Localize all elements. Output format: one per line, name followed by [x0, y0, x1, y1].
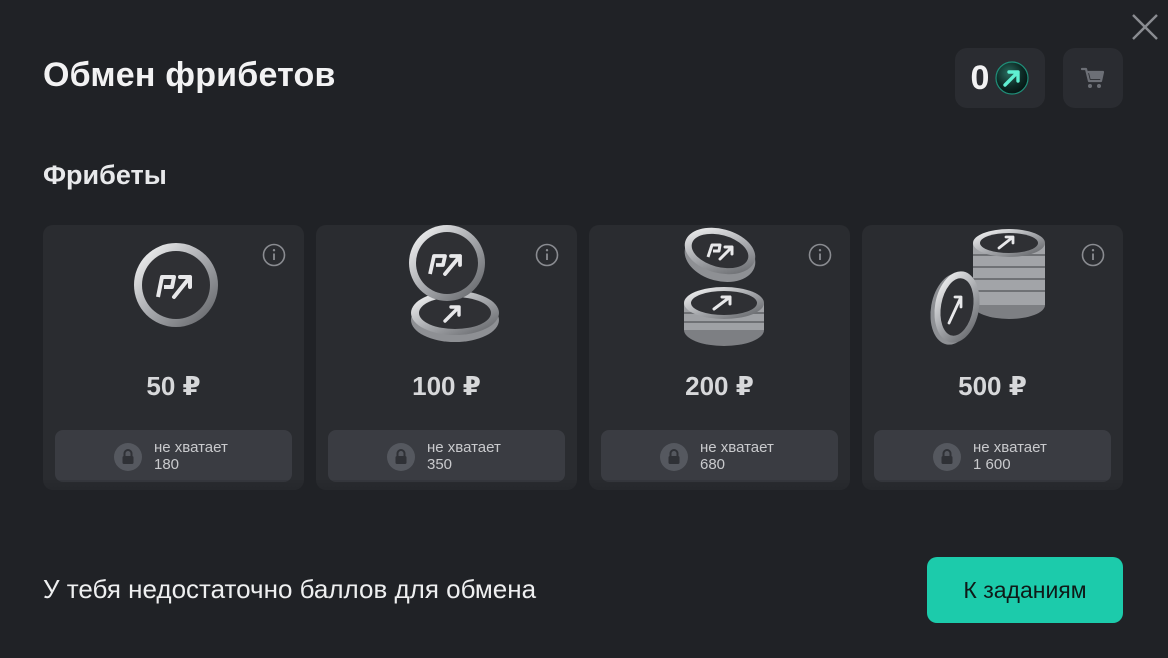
info-icon[interactable] [808, 243, 832, 267]
freebet-price: 100 ₽ [412, 371, 481, 401]
lock-status: не хватает 1 600 [874, 430, 1111, 482]
lock-icon [387, 443, 415, 471]
freebet-price: 500 ₽ [958, 371, 1027, 401]
freebet-price: 50 ₽ [146, 371, 201, 401]
cart-button[interactable] [1063, 48, 1123, 108]
coin-stack-small-icon [683, 227, 764, 346]
info-icon[interactable] [535, 243, 559, 267]
coin-stack-large-icon [929, 229, 1045, 345]
freebet-card-50[interactable]: 50 ₽ не хватает 180 [43, 225, 304, 490]
lock-text: не хватает 1 600 [973, 439, 1047, 473]
modal-title: Обмен фрибетов [43, 56, 336, 94]
lock-icon [660, 443, 688, 471]
close-icon [1132, 14, 1158, 40]
go-to-tasks-button[interactable]: К заданиям [927, 557, 1123, 623]
insufficient-points-message: У тебя недостаточно баллов для обмена [43, 574, 537, 604]
missing-points: 180 [154, 456, 180, 473]
lock-label: не хватает [154, 439, 228, 456]
lock-status: не хватает 350 [328, 430, 565, 482]
balance-value: 0 [970, 58, 990, 97]
coin-pair-icon [408, 225, 499, 342]
missing-points: 1 600 [973, 456, 1011, 473]
missing-points: 680 [700, 456, 726, 473]
lock-icon [114, 443, 142, 471]
lock-text: не хватает 680 [700, 439, 774, 473]
lock-label: не хватает [700, 439, 774, 456]
freebet-exchange-modal: Обмен фрибетов 0 Фрибеты 50 ₽ не хватает… [0, 0, 1168, 658]
lock-text: не хватает 350 [427, 439, 501, 473]
arrow-coin-icon [995, 61, 1030, 95]
close-button[interactable] [1126, 8, 1164, 46]
points-balance: 0 [955, 48, 1045, 108]
lock-icon [933, 443, 961, 471]
coin-single-icon [133, 243, 218, 327]
freebet-price: 200 ₽ [685, 371, 754, 401]
cart-icon [1080, 67, 1105, 88]
info-icon[interactable] [1081, 243, 1105, 267]
lock-status: не хватает 680 [601, 430, 838, 482]
info-icon[interactable] [262, 243, 286, 267]
scroll-fade [0, 480, 1168, 520]
lock-status: не хватает 180 [55, 430, 292, 482]
missing-points: 350 [427, 456, 453, 473]
section-title: Фрибеты [43, 160, 167, 190]
lock-label: не хватает [427, 439, 501, 456]
freebet-card-200[interactable]: 200 ₽ не хватает 680 [589, 225, 850, 490]
lock-label: не хватает [973, 439, 1047, 456]
lock-text: не хватает 180 [154, 439, 228, 473]
freebet-card-100[interactable]: 100 ₽ не хватает 350 [316, 225, 577, 490]
freebet-cards: 50 ₽ не хватает 180 100 ₽ не хватает 350… [43, 225, 1124, 495]
freebet-card-500[interactable]: 500 ₽ не хватает 1 600 [862, 225, 1123, 490]
